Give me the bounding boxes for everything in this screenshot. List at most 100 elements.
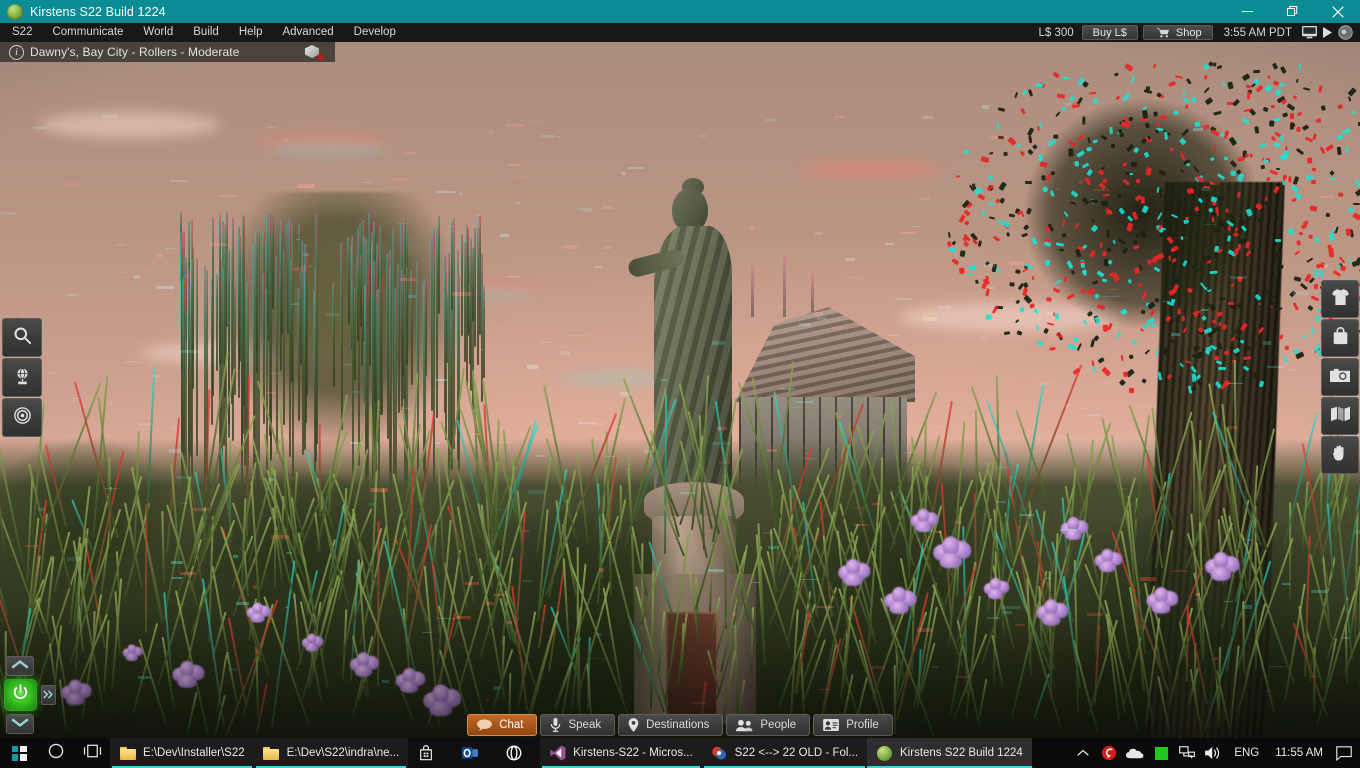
windows-logo-icon [11,745,27,761]
taskbar-item-label: E:\Dev\Installer\S22 [143,747,245,759]
task-view-icon [83,744,102,763]
chat-button[interactable]: Chat [467,714,538,736]
gestures-button[interactable] [1321,436,1359,474]
appearance-button[interactable] [1321,280,1359,318]
system-tray: ENG 11:55 AM [1071,738,1360,768]
green-square-icon[interactable] [1149,738,1173,768]
taskbar-item-kirstens-viewer[interactable]: Kirstens S22 Build 1224 [867,738,1032,768]
camera-icon [1330,367,1350,388]
folder-icon [263,745,280,762]
power-button[interactable] [4,679,38,711]
taskbar-item-installer-folder[interactable]: E:\Dev\Installer\S22 [110,738,254,768]
shop-button[interactable]: Shop [1142,25,1213,40]
title-bar: Kirstens S22 Build 1224 [0,0,1360,23]
close-button[interactable] [1315,0,1360,23]
location-label: Dawny's, Bay City - Rollers - Moderate [30,45,240,59]
cortana-search-button[interactable] [38,738,74,768]
clock[interactable]: 11:55 AM [1268,738,1330,768]
menu-item-help[interactable]: Help [229,23,273,42]
tray-overflow-button[interactable] [1071,738,1095,768]
menu-item-develop[interactable]: Develop [344,23,406,42]
menu-item-build[interactable]: Build [183,23,229,42]
taskbar-item-outlook[interactable] [452,738,497,768]
destinations-label: Destinations [646,719,710,731]
parcel-cube-icon[interactable] [305,44,323,60]
expand-toolbar-button[interactable] [41,685,56,705]
map-icon [1330,406,1350,427]
cloud [800,162,940,177]
menu-bar: S22 Communicate World Build Help Advance… [0,23,1360,42]
bag-icon [1332,326,1349,350]
speak-label: Speak [568,719,602,731]
play-arrow-icon[interactable] [1323,27,1332,38]
cloud [40,112,220,138]
menu-item-advanced[interactable]: Advanced [272,23,343,42]
buy-currency-button[interactable]: Buy L$ [1081,25,1138,40]
tshirt-icon [1331,288,1350,311]
right-toolbar [1321,280,1359,475]
chat-label: Chat [499,719,524,731]
cart-icon [1156,27,1169,38]
beyond-compare-icon [711,745,728,762]
bottom-toolbar: Chat Speak Destinations People Profile [0,712,1360,738]
windows-taskbar: E:\Dev\Installer\S22 E:\Dev\S22\indra\ne… [0,738,1360,768]
mini-map-button[interactable] [2,398,42,437]
destinations-button[interactable]: Destinations [618,714,724,736]
taskbar-item-microsoft-store[interactable] [408,738,453,768]
network-icon[interactable] [1175,738,1199,768]
no-entry-dot [317,54,323,60]
microphone-icon [550,718,561,732]
language-indicator[interactable]: ENG [1227,738,1266,768]
window-title: Kirstens S22 Build 1224 [30,4,166,19]
outlook-icon [461,745,478,762]
chevron-up-icon [1077,744,1089,762]
sphere-icon [876,745,893,762]
restore-button[interactable] [1270,0,1315,23]
people-button[interactable]: People [726,714,811,736]
globe-icon [13,366,32,390]
taskbar-item-visual-studio[interactable]: Kirstens-S22 - Micros... [540,738,702,768]
taskbar-item-indra-folder[interactable]: E:\Dev\S22\indra\ne... [253,738,409,768]
taskbar-item-label: Kirstens-S22 - Micros... [573,747,693,759]
taskbar-item-beyond-compare[interactable]: S22 <--> 22 OLD - Fol... [701,738,868,768]
inventory-button[interactable] [1321,319,1359,357]
snapshot-button[interactable] [1321,358,1359,396]
buy-currency-label: Buy L$ [1092,26,1127,39]
minimize-button[interactable] [1225,0,1270,23]
map-pin-icon [628,718,639,732]
sl-time: 3:55 AM PDT [1223,26,1292,39]
volume-icon[interactable] [1338,25,1353,40]
location-bar[interactable]: i Dawny's, Bay City - Rollers - Moderate [0,42,335,62]
oak-tree-canopy [1000,82,1340,412]
taskbar-item-opera[interactable] [496,738,541,768]
menu-item-world[interactable]: World [133,23,183,42]
shop-label: Shop [1175,26,1202,39]
menu-item-communicate[interactable]: Communicate [42,23,133,42]
double-chevron-right-icon [43,690,54,701]
map-button[interactable] [1321,397,1359,435]
task-view-button[interactable] [74,738,110,768]
menu-item-s22[interactable]: S22 [0,23,42,42]
info-icon[interactable]: i [9,44,24,60]
people-label: People [760,719,797,731]
red-circle-icon[interactable] [1097,738,1121,768]
profile-button[interactable]: Profile [813,714,893,736]
fly-row [4,679,56,711]
3d-viewport[interactable] [0,42,1360,738]
world-map-button[interactable] [2,358,42,397]
onedrive-cloud-icon[interactable] [1123,738,1147,768]
linden-balance: L$ 300 [1038,26,1074,39]
start-button[interactable] [0,738,38,768]
speak-button[interactable]: Speak [540,714,616,736]
power-icon [12,684,29,706]
taskbar-item-label: E:\Dev\S22\indra\ne... [286,747,400,759]
action-center-button[interactable] [1332,738,1356,768]
left-toolbar [2,318,42,438]
move-up-button[interactable] [6,656,34,676]
radar-icon [13,406,32,430]
folder-icon [119,745,136,762]
taskbar-item-label: S22 <--> 22 OLD - Fol... [734,747,859,759]
search-button[interactable] [2,318,42,357]
monitor-icon[interactable] [1302,26,1317,39]
speaker-icon[interactable] [1201,738,1225,768]
